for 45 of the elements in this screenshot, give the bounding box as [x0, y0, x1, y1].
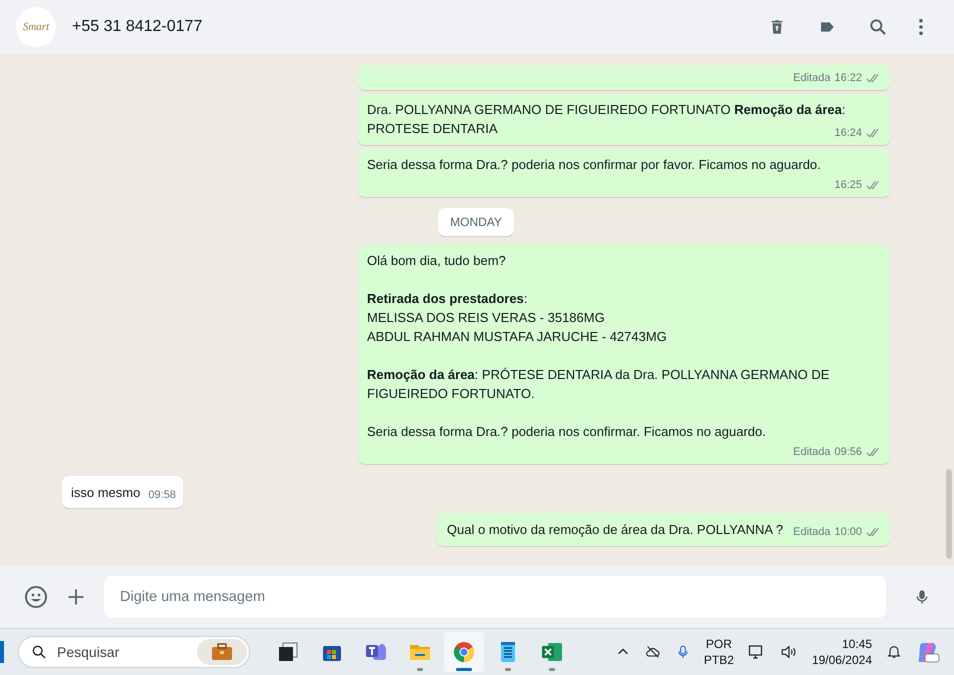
- emoji-icon[interactable]: [24, 585, 48, 609]
- message-text: Remoção da área: PRÓTESE DENTARIA da Dra. POLLYANNA GERMANO DE: [367, 366, 830, 384]
- taskbar-app-selected[interactable]: [444, 632, 484, 672]
- clock-time[interactable]: 10:45: [842, 636, 872, 652]
- message-time: 10:00: [834, 525, 862, 539]
- speaker-icon[interactable]: [780, 643, 798, 661]
- message-input-field[interactable]: Digite uma mensagem: [104, 576, 886, 618]
- search-icon[interactable]: [868, 17, 888, 37]
- message-text: Seria dessa forma Dra.? poderia nos confirmar por favor. Ficamos no aguardo.: [367, 156, 821, 174]
- taskbar-search-field[interactable]: Pesquisar: [18, 636, 250, 668]
- clock-date[interactable]: 19/06/2024: [812, 652, 872, 668]
- message-text: Seria dessa forma Dra.? poderia nos confirmar. Ficamos no aguardo.: [367, 423, 766, 441]
- message-text: MELISSA DOS REIS VERAS - 35186MG: [367, 309, 605, 327]
- window-icon[interactable]: [276, 640, 300, 664]
- bell-icon[interactable]: [886, 643, 902, 661]
- scrollbar[interactable]: [946, 469, 952, 559]
- edited-label: Editada: [793, 525, 830, 539]
- message-time: 16:22: [834, 71, 862, 85]
- message-text: Retirada dos prestadores:: [367, 290, 528, 308]
- start-icon[interactable]: [0, 641, 4, 663]
- plus-icon[interactable]: [66, 587, 86, 607]
- search-icon: [31, 644, 47, 660]
- message-text: ABDUL RAHMAN MUSTAFA JARUCHE - 42743MG: [367, 328, 667, 346]
- browser-icon[interactable]: [452, 640, 476, 664]
- message-time: 09:58: [148, 488, 176, 502]
- language-indicator[interactable]: POR: [706, 636, 732, 652]
- edited-label: Editada: [793, 71, 830, 85]
- message-text: FIGUEIREDO FORTUNATO.: [367, 385, 535, 403]
- message-text: isso mesmo: [71, 484, 140, 502]
- message-text: PROTESE DENTARIA: [367, 120, 498, 138]
- microphone-icon[interactable]: [676, 643, 690, 661]
- contact-avatar[interactable]: Smart: [16, 7, 56, 47]
- message-text: Olá bom dia, tudo bem?: [367, 252, 506, 270]
- message-time: 09:56: [834, 445, 862, 459]
- keyboard-layout-indicator[interactable]: PTB2: [704, 652, 734, 668]
- message-time: 16:25: [834, 178, 862, 192]
- message-text: Qual o motivo da remoção de área da Dra. POLLYANNA ?: [446, 521, 784, 539]
- message-time: 16:24: [834, 126, 862, 140]
- date-separator: MONDAY: [438, 208, 514, 236]
- menu-icon[interactable]: [918, 18, 924, 36]
- cloud-off-icon[interactable]: [644, 644, 662, 660]
- edited-label: Editada: [793, 445, 830, 459]
- contact-number[interactable]: +55 31 8412-0177: [72, 18, 202, 36]
- message-text: Dra. POLLYANNA GERMANO DE FIGUEIREDO FORTUNATO Remoção da área:: [367, 101, 846, 119]
- spreadsheet-icon[interactable]: [540, 640, 564, 664]
